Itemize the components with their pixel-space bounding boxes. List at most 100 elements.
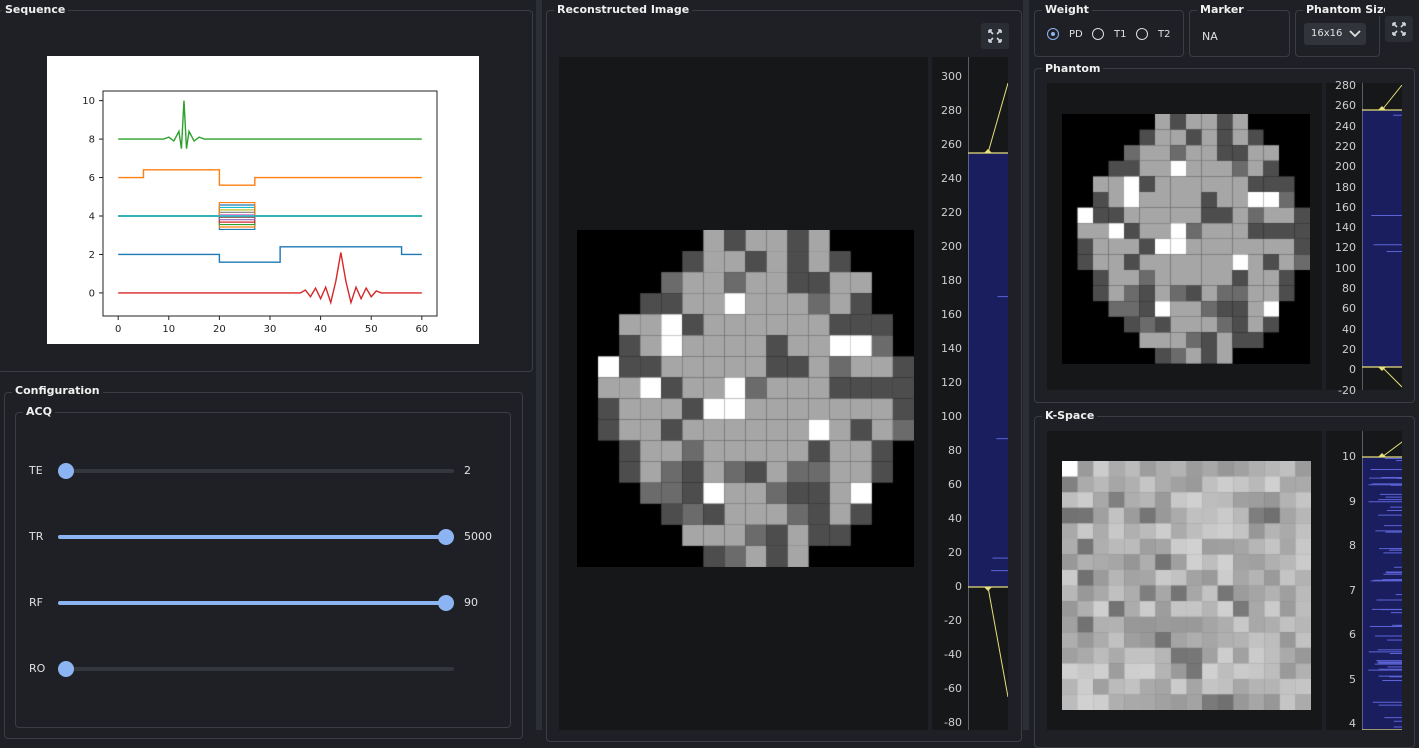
x-tick-label: 10 [162, 324, 175, 335]
y-tick-label: 0 [89, 288, 95, 299]
reconstructed-axis-tick: 40 [948, 512, 962, 525]
phantom-image-view[interactable] [1047, 83, 1322, 390]
handle-top-icon[interactable] [984, 149, 992, 153]
reconstructed-histogram[interactable]: 300 280 260 240 220 200 180 160 140 120 100 80 60 40 2… [932, 57, 1008, 730]
phantom-axis-tick: 20 [1342, 342, 1356, 356]
reconstructed-axis-tick: 260 [941, 138, 962, 151]
slider-value-rf: 90 [464, 596, 478, 609]
weight-label-t1: T1 [1114, 29, 1127, 40]
reconstructed-axis-tick: 220 [941, 206, 962, 219]
weight-radio-pd[interactable] [1047, 28, 1059, 40]
marker-title: Marker [1197, 3, 1247, 16]
phantom-axis-tick: 280 [1335, 79, 1356, 92]
slider-thumb-te[interactable] [58, 463, 74, 479]
weight-radio-t1[interactable] [1092, 28, 1104, 40]
gradient-phase-line [118, 215, 422, 228]
phantom-axis-tick: 60 [1342, 302, 1356, 316]
reconstructed-axis-tick: 200 [941, 240, 962, 253]
histogram-region[interactable] [1362, 457, 1402, 730]
kspace-axis-tick: 10 [1342, 450, 1356, 463]
sequence-chart: 0 10 20 30 40 50 60 0 2 4 6 8 10 [82, 90, 438, 335]
gradient-phase-line [118, 215, 422, 226]
kspace-axis-tick: 4 [1349, 717, 1356, 730]
y-tick-label: 4 [89, 212, 95, 223]
phantom-axis-tick: 240 [1335, 119, 1356, 133]
slider-track-ro[interactable] [58, 667, 454, 671]
phantom-axis-tick: 0 [1349, 363, 1356, 377]
phantom-axis-tick: 260 [1335, 99, 1356, 113]
sequence-series-line [118, 169, 422, 186]
y-tick-label: 2 [89, 250, 95, 261]
x-tick-label: 40 [314, 324, 327, 335]
reconstructed-axis-tick: 20 [948, 546, 962, 559]
kspace-axis-tick: 8 [1349, 539, 1356, 552]
reconstructed-axis-tick: 240 [941, 172, 962, 185]
expand-icon [1392, 22, 1406, 36]
slider-value-te: 2 [464, 464, 471, 477]
slider-fill-rf [58, 601, 446, 605]
histogram-region[interactable] [968, 153, 1008, 587]
gradient-line-top [987, 82, 1008, 154]
slider-thumb-rf[interactable] [438, 595, 454, 611]
kspace-axis-tick: 6 [1349, 628, 1356, 641]
reconstructed-axis-tick: -40 [944, 648, 962, 661]
gradient-phase-line [118, 215, 422, 223]
reconstructed-title: Reconstructed Image [554, 3, 693, 16]
weight-title: Weight [1042, 3, 1092, 16]
reconstructed-axis-tick: 180 [941, 274, 962, 287]
phantom-axis-tick: 220 [1335, 139, 1356, 153]
gradient-line-bottom [987, 586, 1008, 698]
slider-thumb-ro[interactable] [58, 661, 74, 677]
slider-track-te[interactable] [58, 469, 454, 473]
gradient-phase-line [118, 204, 422, 217]
phantom-axis-tick: 200 [1335, 160, 1356, 174]
reconstructed-axis-tick: 160 [941, 308, 962, 321]
reconstructed-axis-tick: 120 [941, 376, 962, 389]
slider-thumb-tr[interactable] [438, 529, 454, 545]
x-tick-label: 20 [213, 324, 226, 335]
reconstructed-axis-tick: 100 [941, 410, 962, 423]
phantom-size-select[interactable]: 16x16 [1304, 23, 1366, 45]
phantom-axis-tick: 180 [1335, 180, 1356, 194]
reconstructed-axis-tick: 280 [941, 104, 962, 117]
weight-label-pd: PD [1069, 29, 1083, 40]
slider-fill-tr [58, 535, 446, 539]
reconstructed-expand-button[interactable] [981, 23, 1009, 49]
x-tick-label: 50 [365, 324, 378, 335]
x-tick-label: 0 [115, 324, 121, 335]
phantom-axis-tick: 80 [1342, 282, 1356, 295]
phantom-expand-button[interactable] [1385, 16, 1413, 42]
slider-label-rf: RF [29, 596, 43, 609]
reconstructed-axis-tick: -80 [944, 716, 962, 729]
reconstructed-image-view[interactable] [559, 57, 928, 730]
phantom-size-value: 16x16 [1311, 28, 1343, 39]
phantom-size-title: Phantom Size [1303, 3, 1385, 16]
x-tick-label: 30 [264, 324, 277, 335]
acq-group [15, 412, 511, 728]
weight-radio-t2[interactable] [1136, 28, 1148, 40]
phantom-histogram[interactable]: 280 260 240 220 200 180 160 140 120 100 80 60 40 20 0-… [1326, 79, 1402, 397]
sequence-series-line [118, 252, 422, 306]
sequence-series-line [118, 100, 422, 149]
kspace-image [1062, 461, 1311, 710]
reconstructed-axis-tick: 80 [948, 444, 962, 457]
handle-bottom-icon[interactable] [984, 587, 992, 591]
kspace-axis-tick: 7 [1349, 583, 1356, 597]
plot-frame [102, 90, 438, 317]
phantom-axis-tick: 100 [1335, 261, 1356, 275]
reconstructed-axis-tick: 140 [941, 342, 962, 355]
sequence-plot: 0 10 20 30 40 50 60 0 2 4 6 8 10 [47, 56, 479, 344]
acq-title: ACQ [23, 405, 55, 418]
left-splitter[interactable] [536, 0, 542, 730]
gradient-line-bottom [1381, 366, 1402, 388]
gradient-phase-line [118, 206, 422, 217]
y-tick-label: 10 [82, 96, 95, 107]
right-splitter[interactable] [1023, 0, 1029, 730]
kspace-image-view[interactable] [1047, 431, 1322, 730]
histogram-region[interactable] [1362, 110, 1402, 367]
kspace-histogram[interactable]: 10 9 8 7 6 5 4 [1326, 431, 1402, 730]
gradient-phase-line [118, 215, 422, 231]
phantom-image [1062, 114, 1310, 364]
reconstructed-axis-tick: 300 [941, 70, 962, 83]
reconstructed-axis-tick: -60 [944, 682, 962, 695]
